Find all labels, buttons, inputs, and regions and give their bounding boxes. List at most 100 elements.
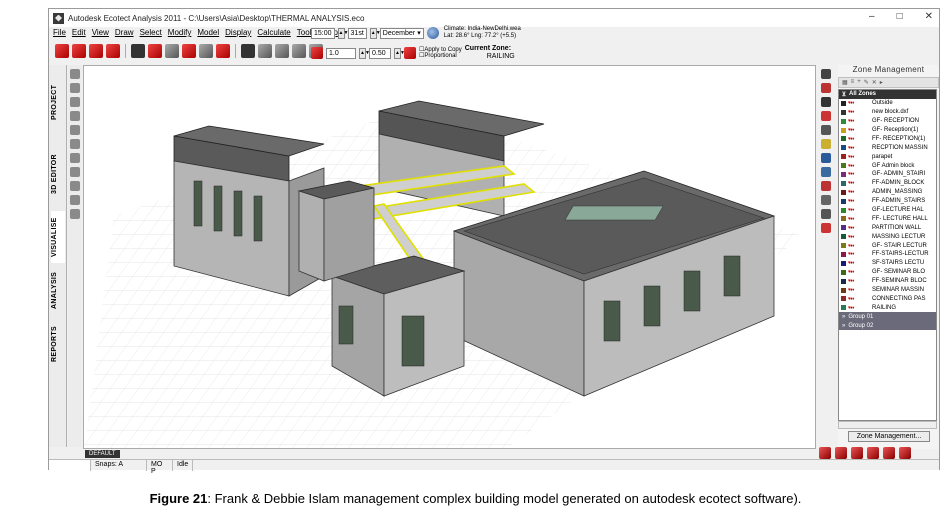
menu-file[interactable]: File (53, 28, 66, 40)
zone-visibility-icon[interactable]: ▾●◐ (848, 278, 872, 284)
zone-row[interactable]: ▾●◐ RECPTION MASSIN (839, 143, 936, 152)
zone-visibility-icon[interactable]: ▾●◐ (848, 207, 872, 213)
value2-spinner[interactable]: ▲▼ (394, 47, 405, 59)
render-icon[interactable] (131, 44, 145, 58)
time-spinner[interactable]: ▲▼ (337, 27, 348, 39)
zone-visibility-icon[interactable]: ▾●◐ (848, 127, 872, 133)
zone-row[interactable]: ▾●◐ GF- RECEPTION (839, 117, 936, 126)
zone-visibility-icon[interactable]: ▾●◐ (848, 109, 872, 115)
move-icon[interactable] (70, 83, 80, 93)
zone-color-swatch[interactable] (841, 207, 846, 213)
zone-color-swatch[interactable] (841, 243, 846, 249)
zone-row[interactable]: ▾●◐ FF-STAIRS-LECTUR (839, 250, 936, 259)
zone-visibility-icon[interactable]: ▾●◐ (848, 234, 872, 240)
new-model-icon[interactable] (55, 44, 69, 58)
bin-icon[interactable] (821, 195, 831, 205)
zone-row[interactable]: ▾●◐ CONNECTING PAS (839, 294, 936, 303)
status-input[interactable] (49, 460, 91, 471)
zone-management-button[interactable]: Zone Management... (848, 431, 930, 442)
collapse-icon[interactable]: ⊻ (839, 91, 849, 98)
zone-row[interactable]: ▾●◐ GF- STAIR LECTUR (839, 241, 936, 250)
perspective-icon[interactable] (70, 153, 80, 163)
solar-icon[interactable] (241, 44, 255, 58)
expand-icon[interactable]: » (842, 323, 845, 329)
zone-visibility-icon[interactable]: ▾●◐ (848, 296, 872, 302)
zone-visibility-icon[interactable]: ▾●◐ (848, 216, 872, 222)
zone-visibility-icon[interactable]: ▾●◐ (848, 305, 872, 311)
zone-color-swatch[interactable] (841, 100, 846, 106)
export-icon[interactable] (106, 44, 120, 58)
zone-color-swatch[interactable] (841, 278, 846, 284)
zone-color-swatch[interactable] (841, 180, 846, 186)
zone-visibility-icon[interactable]: ▾●◐ (848, 171, 872, 177)
globe-icon[interactable] (426, 27, 439, 39)
zone-row[interactable]: ▾●◐ FF-ADMIN_STAIRS (839, 197, 936, 206)
time-field[interactable]: 15:00 (311, 27, 335, 39)
add-zone-icon[interactable]: + (857, 79, 861, 86)
open-model-icon[interactable] (72, 44, 86, 58)
value2-field[interactable]: 0.50 (369, 47, 391, 59)
3d-viewport[interactable] (83, 65, 816, 449)
zone-row[interactable]: ▾●◐ RAILING (839, 303, 936, 312)
close-button[interactable]: ✕ (925, 11, 933, 22)
zone-row[interactable]: ▾●◐ FF-ADMIN_BLOCK (839, 179, 936, 188)
zone-color-swatch[interactable] (841, 136, 846, 142)
zone-row[interactable]: ▾●◐ FF-SEMINAR BLOC (839, 277, 936, 286)
zone-color-swatch[interactable] (841, 171, 846, 177)
zone-row[interactable]: ▾●◐ SEMINAR MASSIN (839, 286, 936, 295)
zone-icon[interactable] (821, 83, 831, 93)
tool6-icon[interactable] (899, 447, 911, 459)
zone-row[interactable]: ▾●◐ MASSING LECTUR (839, 232, 936, 241)
zone-row[interactable]: ▾●◐ GF Admin block (839, 161, 936, 170)
tab-3d-editor[interactable]: 3D EDITOR (51, 139, 65, 209)
tool3-icon[interactable] (851, 447, 863, 459)
zone-color-swatch[interactable] (841, 305, 846, 311)
shading-icon[interactable] (165, 44, 179, 58)
select-arrow-icon[interactable] (821, 69, 831, 79)
zone-color-swatch[interactable] (841, 118, 846, 124)
tab-project[interactable]: PROJECT (51, 67, 65, 137)
edit-icon[interactable]: ✎ (864, 79, 869, 86)
material-ball-icon[interactable] (821, 97, 831, 107)
axis-icon[interactable] (70, 167, 80, 177)
zone-color-swatch[interactable] (841, 234, 846, 240)
zone-visibility-icon[interactable]: ▾●◐ (848, 198, 872, 204)
sun-icon[interactable] (821, 139, 831, 149)
list-icon[interactable]: ≡ (851, 79, 855, 86)
delete-icon[interactable]: ✕ (872, 79, 877, 86)
zone-color-swatch[interactable] (841, 216, 846, 222)
visual-icon[interactable] (821, 181, 831, 191)
zone-visibility-icon[interactable]: ▾●◐ (848, 243, 872, 249)
material-icon[interactable] (148, 44, 162, 58)
value1-spinner[interactable]: ▲▼ (359, 47, 370, 59)
forward-icon[interactable]: ▸ (880, 79, 883, 86)
zone-color-swatch[interactable] (841, 109, 846, 115)
center-icon[interactable] (70, 181, 80, 191)
menu-modify[interactable]: Modify (168, 28, 192, 40)
zone-color-swatch[interactable] (841, 154, 846, 160)
zone-visibility-icon[interactable]: ▾●◐ (848, 145, 872, 151)
horizontal-scrollbar[interactable] (838, 421, 937, 429)
zone-color-swatch[interactable] (841, 251, 846, 257)
zone-color-swatch[interactable] (841, 260, 846, 266)
orbit-icon[interactable] (70, 97, 80, 107)
zone-row[interactable]: ▾●◐ ADMIN_MASSING (839, 188, 936, 197)
maximize-button[interactable]: □ (897, 11, 903, 22)
zone-color-swatch[interactable] (841, 198, 846, 204)
tree-icon[interactable] (821, 209, 831, 219)
zone-visibility-icon[interactable]: ▾●◐ (848, 180, 872, 186)
zone-visibility-icon[interactable]: ▾●◐ (848, 136, 872, 142)
zone-visibility-icon[interactable]: ▾●◐ (848, 154, 872, 160)
zone-visibility-icon[interactable]: ▾●◐ (848, 251, 872, 257)
zone-row[interactable]: ▾●◐ FF- LECTURE HALL (839, 214, 936, 223)
menu-edit[interactable]: Edit (72, 28, 86, 40)
zone-row[interactable]: ▾●◐ FF- RECEPTION(1) (839, 134, 936, 143)
zone-color-swatch[interactable] (841, 225, 846, 231)
zone-row[interactable]: ▾●◐ GF- ADMIN_STAIRI (839, 170, 936, 179)
expand-icon[interactable]: » (842, 314, 845, 320)
zone-visibility-icon[interactable]: ▾●◐ (848, 163, 872, 169)
tool4-icon[interactable] (867, 447, 879, 459)
zone-row[interactable]: ▾●◐ GF- Reception(1) (839, 126, 936, 135)
menu-select[interactable]: Select (140, 28, 162, 40)
month-select[interactable]: December ▾ (379, 27, 424, 39)
